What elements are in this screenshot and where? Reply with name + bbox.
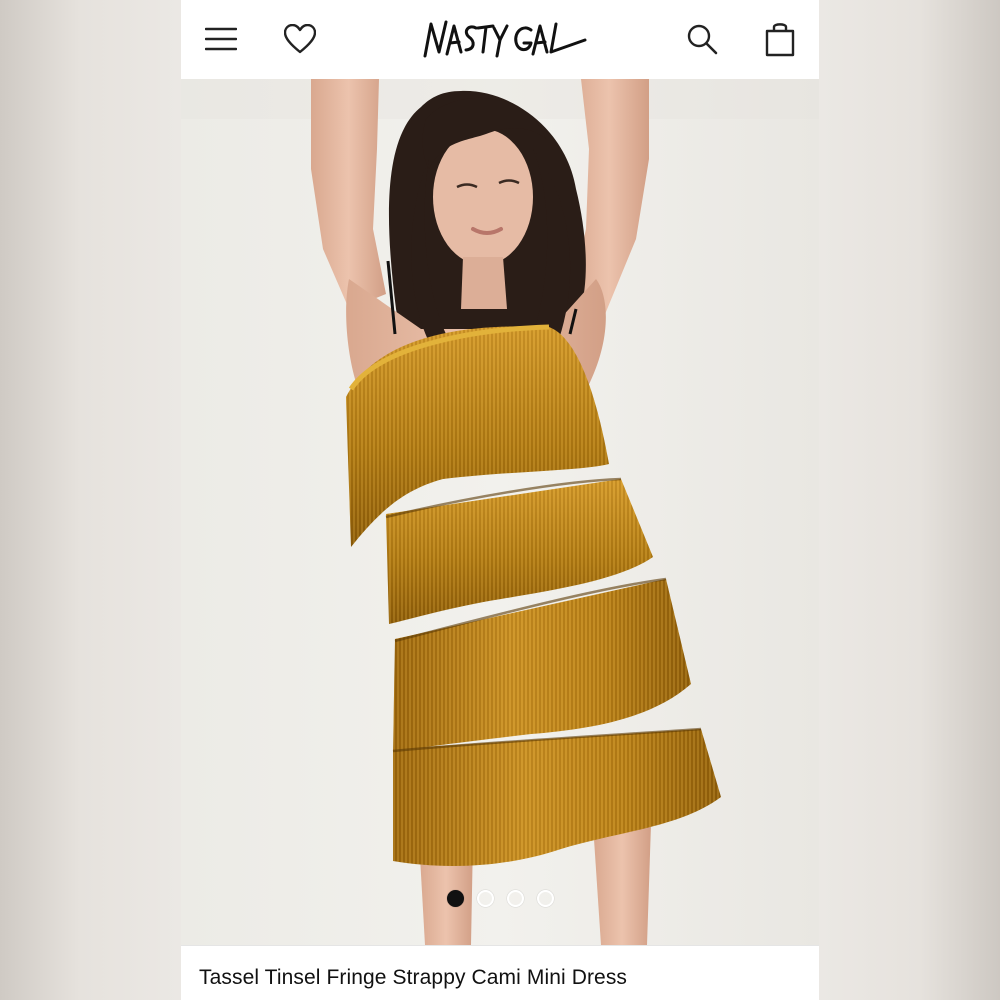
carousel-dot-2[interactable]	[476, 890, 494, 907]
heart-icon	[284, 24, 316, 54]
shopping-bag-icon	[765, 23, 795, 57]
product-title: Tassel Tinsel Fringe Strappy Cami Mini D…	[199, 966, 628, 989]
mobile-product-page: Tassel Tinsel Fringe Strappy Cami Mini D…	[181, 0, 819, 1000]
brand-logo[interactable]	[413, 10, 589, 70]
product-image-carousel[interactable]	[181, 79, 819, 945]
carousel-dot-3[interactable]	[506, 890, 524, 907]
carousel-dot-4[interactable]	[536, 890, 554, 907]
search-button[interactable]	[679, 16, 725, 62]
search-icon	[687, 24, 718, 55]
site-header	[181, 0, 819, 79]
hamburger-menu-icon	[205, 27, 237, 51]
menu-button[interactable]	[198, 16, 244, 62]
nasty-gal-logo	[423, 20, 587, 58]
carousel-dot-1[interactable]	[446, 890, 464, 907]
product-photo	[181, 79, 819, 945]
wishlist-button[interactable]	[277, 16, 323, 62]
carousel-pagination	[181, 890, 819, 907]
product-info: Tassel Tinsel Fringe Strappy Cami Mini D…	[181, 945, 819, 1000]
shopping-bag-button[interactable]	[757, 16, 803, 62]
